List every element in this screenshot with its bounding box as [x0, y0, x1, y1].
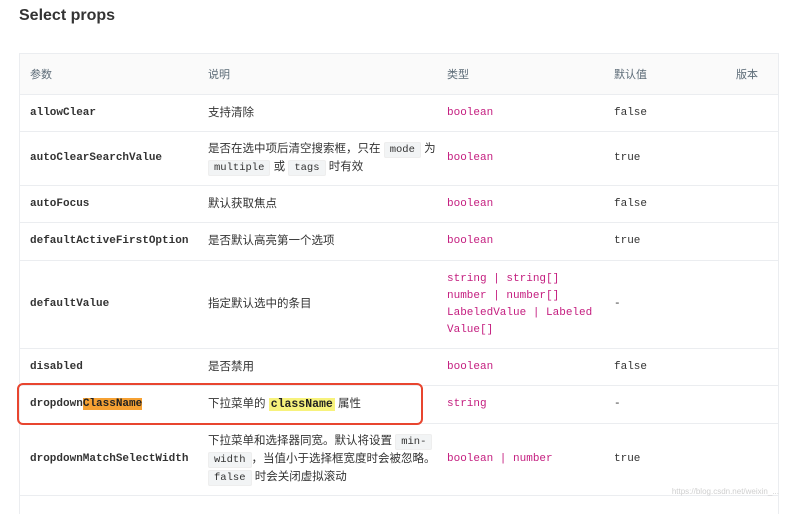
param-name: defaultValue	[20, 261, 198, 349]
param-type: boolean	[437, 223, 604, 261]
param-name-prefix: dropdown	[30, 398, 83, 410]
inline-code: min-	[395, 434, 432, 450]
param-default: true	[604, 424, 722, 496]
inline-code: mode	[384, 142, 421, 158]
param-type: boolean | number	[437, 424, 604, 496]
param-description: 指定默认选中的条目	[198, 261, 437, 349]
param-name: disabled	[20, 349, 198, 386]
param-name: defaultActiveFirstOption	[20, 223, 198, 261]
param-type: string	[437, 386, 604, 424]
param-description: 下拉菜单的 className 属性	[198, 386, 437, 424]
header-version: 版本	[722, 54, 778, 95]
table-header-row: 参数 说明 类型 默认值 版本	[20, 54, 778, 95]
param-name: autoClearSearchValue	[20, 132, 198, 186]
param-default: false	[604, 349, 722, 386]
inline-code: false	[208, 470, 252, 486]
param-type: boolean	[437, 95, 604, 132]
param-default: false	[604, 186, 722, 223]
desc-text: 是否在选中项后清空搜索框，只在	[208, 143, 381, 155]
param-default: true	[604, 223, 722, 261]
search-highlight: ClassName	[83, 398, 142, 410]
desc-text: 或	[274, 161, 286, 173]
desc-text: 为	[424, 143, 436, 155]
param-default: -	[604, 261, 722, 349]
param-version	[722, 186, 778, 223]
page-title: Select props	[19, 4, 115, 28]
param-description: 是否在选中项后清空搜索框，只在 mode 为 multiple 或 tags 时…	[198, 132, 437, 186]
table-row: defaultValue 指定默认选中的条目 string | string[]…	[20, 261, 778, 349]
param-version	[722, 386, 778, 424]
param-version	[722, 424, 778, 496]
param-name: dropdownClassName	[20, 386, 198, 424]
param-description: 是否禁用	[198, 349, 437, 386]
inline-code: width	[208, 452, 252, 468]
watermark: https://blog.csdn.net/weixin_...	[672, 487, 779, 496]
param-name: autoFocus	[20, 186, 198, 223]
desc-text: 时有效	[329, 161, 364, 173]
desc-text: ，当值小于选择框宽度时会被忽略。	[252, 453, 436, 465]
table-row: dropdownMatchSelectWidth 下拉菜单和选择器同宽。默认将设…	[20, 424, 778, 496]
type-line: number | number[]	[447, 288, 604, 305]
param-default: false	[604, 95, 722, 132]
param-version	[722, 261, 778, 349]
param-version	[722, 223, 778, 261]
table-row-highlighted: dropdownClassName 下拉菜单的 className 属性 str…	[20, 386, 778, 424]
table-row: allowClear 支持清除 boolean false	[20, 95, 778, 132]
inline-code: multiple	[208, 160, 270, 176]
inline-code: tags	[288, 160, 325, 176]
param-type: boolean	[437, 132, 604, 186]
param-name: allowClear	[20, 95, 198, 132]
param-description: 支持清除	[198, 95, 437, 132]
header-param: 参数	[20, 54, 198, 95]
desc-text: 时会关闭虚拟滚动	[255, 471, 347, 483]
header-desc: 说明	[198, 54, 437, 95]
type-line: Value[]	[447, 322, 604, 339]
param-version	[722, 132, 778, 186]
type-line: string | string[]	[447, 271, 604, 288]
table-row: disabled 是否禁用 boolean false	[20, 349, 778, 386]
desc-text: 下拉菜单的	[208, 398, 266, 410]
param-version	[722, 95, 778, 132]
param-description: 默认获取焦点	[198, 186, 437, 223]
table-row: defaultActiveFirstOption 是否默认高亮第一个选项 boo…	[20, 223, 778, 261]
param-default: -	[604, 386, 722, 424]
props-table: 参数 说明 类型 默认值 版本 allowClear 支持清除 boolean …	[19, 53, 779, 514]
desc-text: 下拉菜单和选择器同宽。默认将设置	[208, 435, 392, 447]
table-row: autoClearSearchValue 是否在选中项后清空搜索框，只在 mod…	[20, 132, 778, 186]
param-default: true	[604, 132, 722, 186]
desc-text: 属性	[338, 398, 361, 410]
header-default: 默认值	[604, 54, 722, 95]
type-line: LabeledValue | Labeled	[447, 305, 604, 322]
param-type: boolean	[437, 349, 604, 386]
param-version	[722, 349, 778, 386]
param-description: 是否默认高亮第一个选项	[198, 223, 437, 261]
search-highlight: className	[269, 398, 335, 411]
param-description: 下拉菜单和选择器同宽。默认将设置 min- width，当值小于选择框宽度时会被…	[198, 424, 437, 496]
header-type: 类型	[437, 54, 604, 95]
table-row: autoFocus 默认获取焦点 boolean false	[20, 186, 778, 223]
param-type: string | string[] number | number[] Labe…	[437, 261, 604, 349]
param-type: boolean	[437, 186, 604, 223]
param-name: dropdownMatchSelectWidth	[20, 424, 198, 496]
